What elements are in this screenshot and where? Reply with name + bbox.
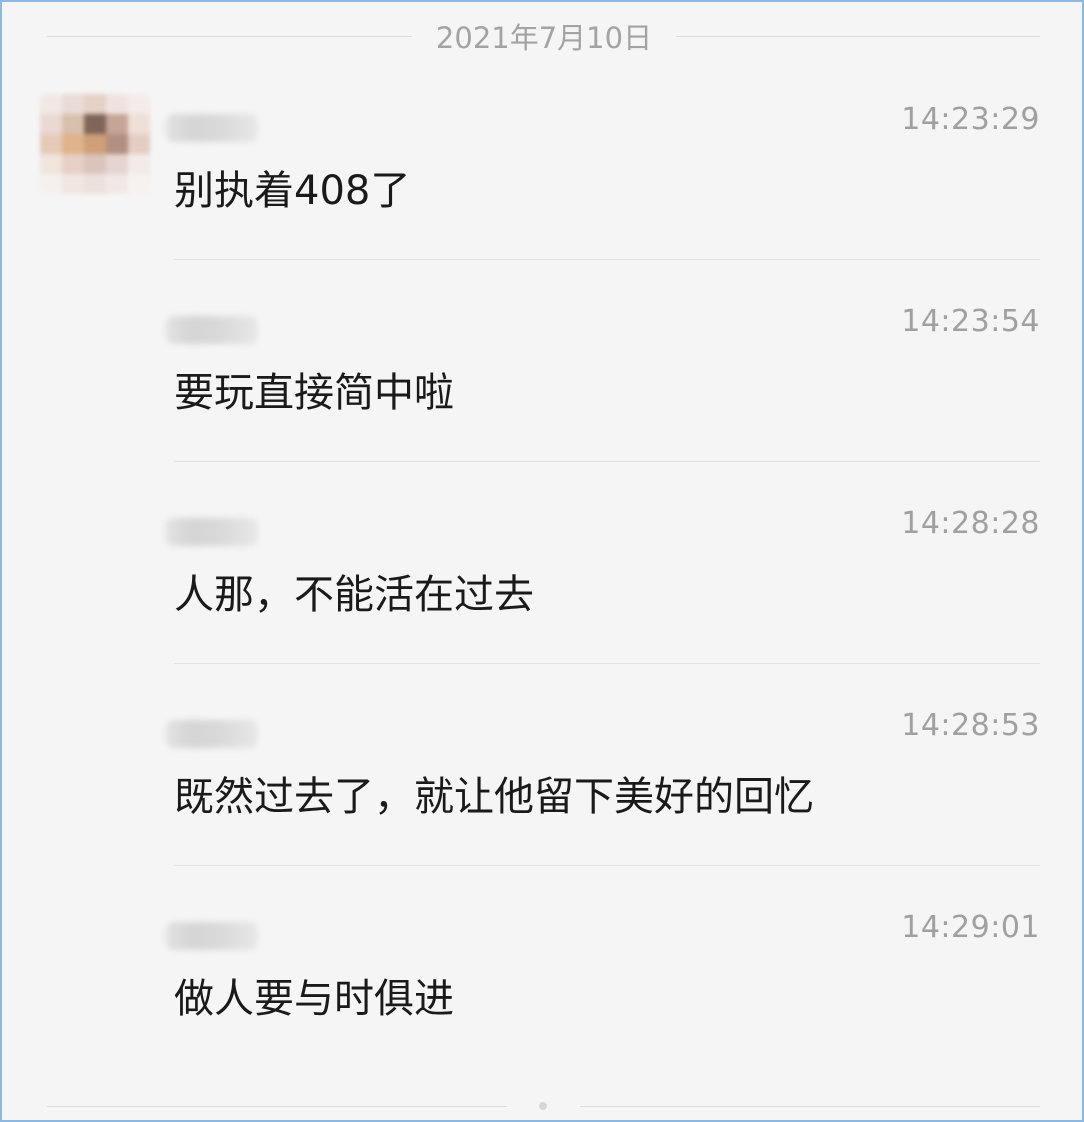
message-item[interactable]: 14:29:01 做人要与时俱进 [166, 898, 1040, 1068]
message-text: 人那，不能活在过去 [174, 572, 534, 618]
avatar[interactable] [40, 94, 150, 194]
message-item[interactable]: 14:28:28 人那，不能活在过去 [166, 494, 1040, 664]
date-separator-line-left [47, 36, 412, 37]
sender-name-blurred [166, 922, 258, 950]
message-text: 要玩直接简中啦 [174, 370, 454, 416]
bottom-divider-right [580, 1106, 1040, 1107]
sender-name-blurred [166, 316, 258, 344]
chat-history-window: 2021年7月10日 14:23:29 别执着408了 14:23:54 要玩直… [0, 0, 1084, 1122]
message-text: 做人要与时俱进 [174, 976, 454, 1022]
message-timestamp: 14:23:29 [901, 102, 1040, 137]
message-timestamp: 14:29:01 [901, 910, 1040, 945]
message-item[interactable]: 14:23:29 别执着408了 [166, 90, 1040, 260]
date-separator-line-right [676, 36, 1040, 37]
message-timestamp: 14:28:53 [901, 708, 1040, 743]
message-item[interactable]: 14:23:54 要玩直接简中啦 [166, 292, 1040, 462]
message-divider [174, 865, 1040, 866]
message-text: 别执着408了 [174, 168, 411, 214]
message-divider [174, 259, 1040, 260]
sender-name-blurred [166, 518, 258, 546]
date-label: 2021年7月10日 [435, 21, 653, 55]
sender-name-blurred [166, 720, 258, 748]
message-timestamp: 14:23:54 [901, 304, 1040, 339]
pager-dot-icon [539, 1102, 547, 1110]
date-separator: 2021年7月10日 [2, 20, 1082, 60]
sender-name-blurred [166, 114, 258, 142]
message-item[interactable]: 14:28:53 既然过去了，就让他留下美好的回忆 [166, 696, 1040, 866]
message-divider [174, 663, 1040, 664]
message-timestamp: 14:28:28 [901, 506, 1040, 541]
message-text: 既然过去了，就让他留下美好的回忆 [174, 774, 814, 820]
bottom-divider-left [47, 1106, 507, 1107]
message-divider [174, 461, 1040, 462]
